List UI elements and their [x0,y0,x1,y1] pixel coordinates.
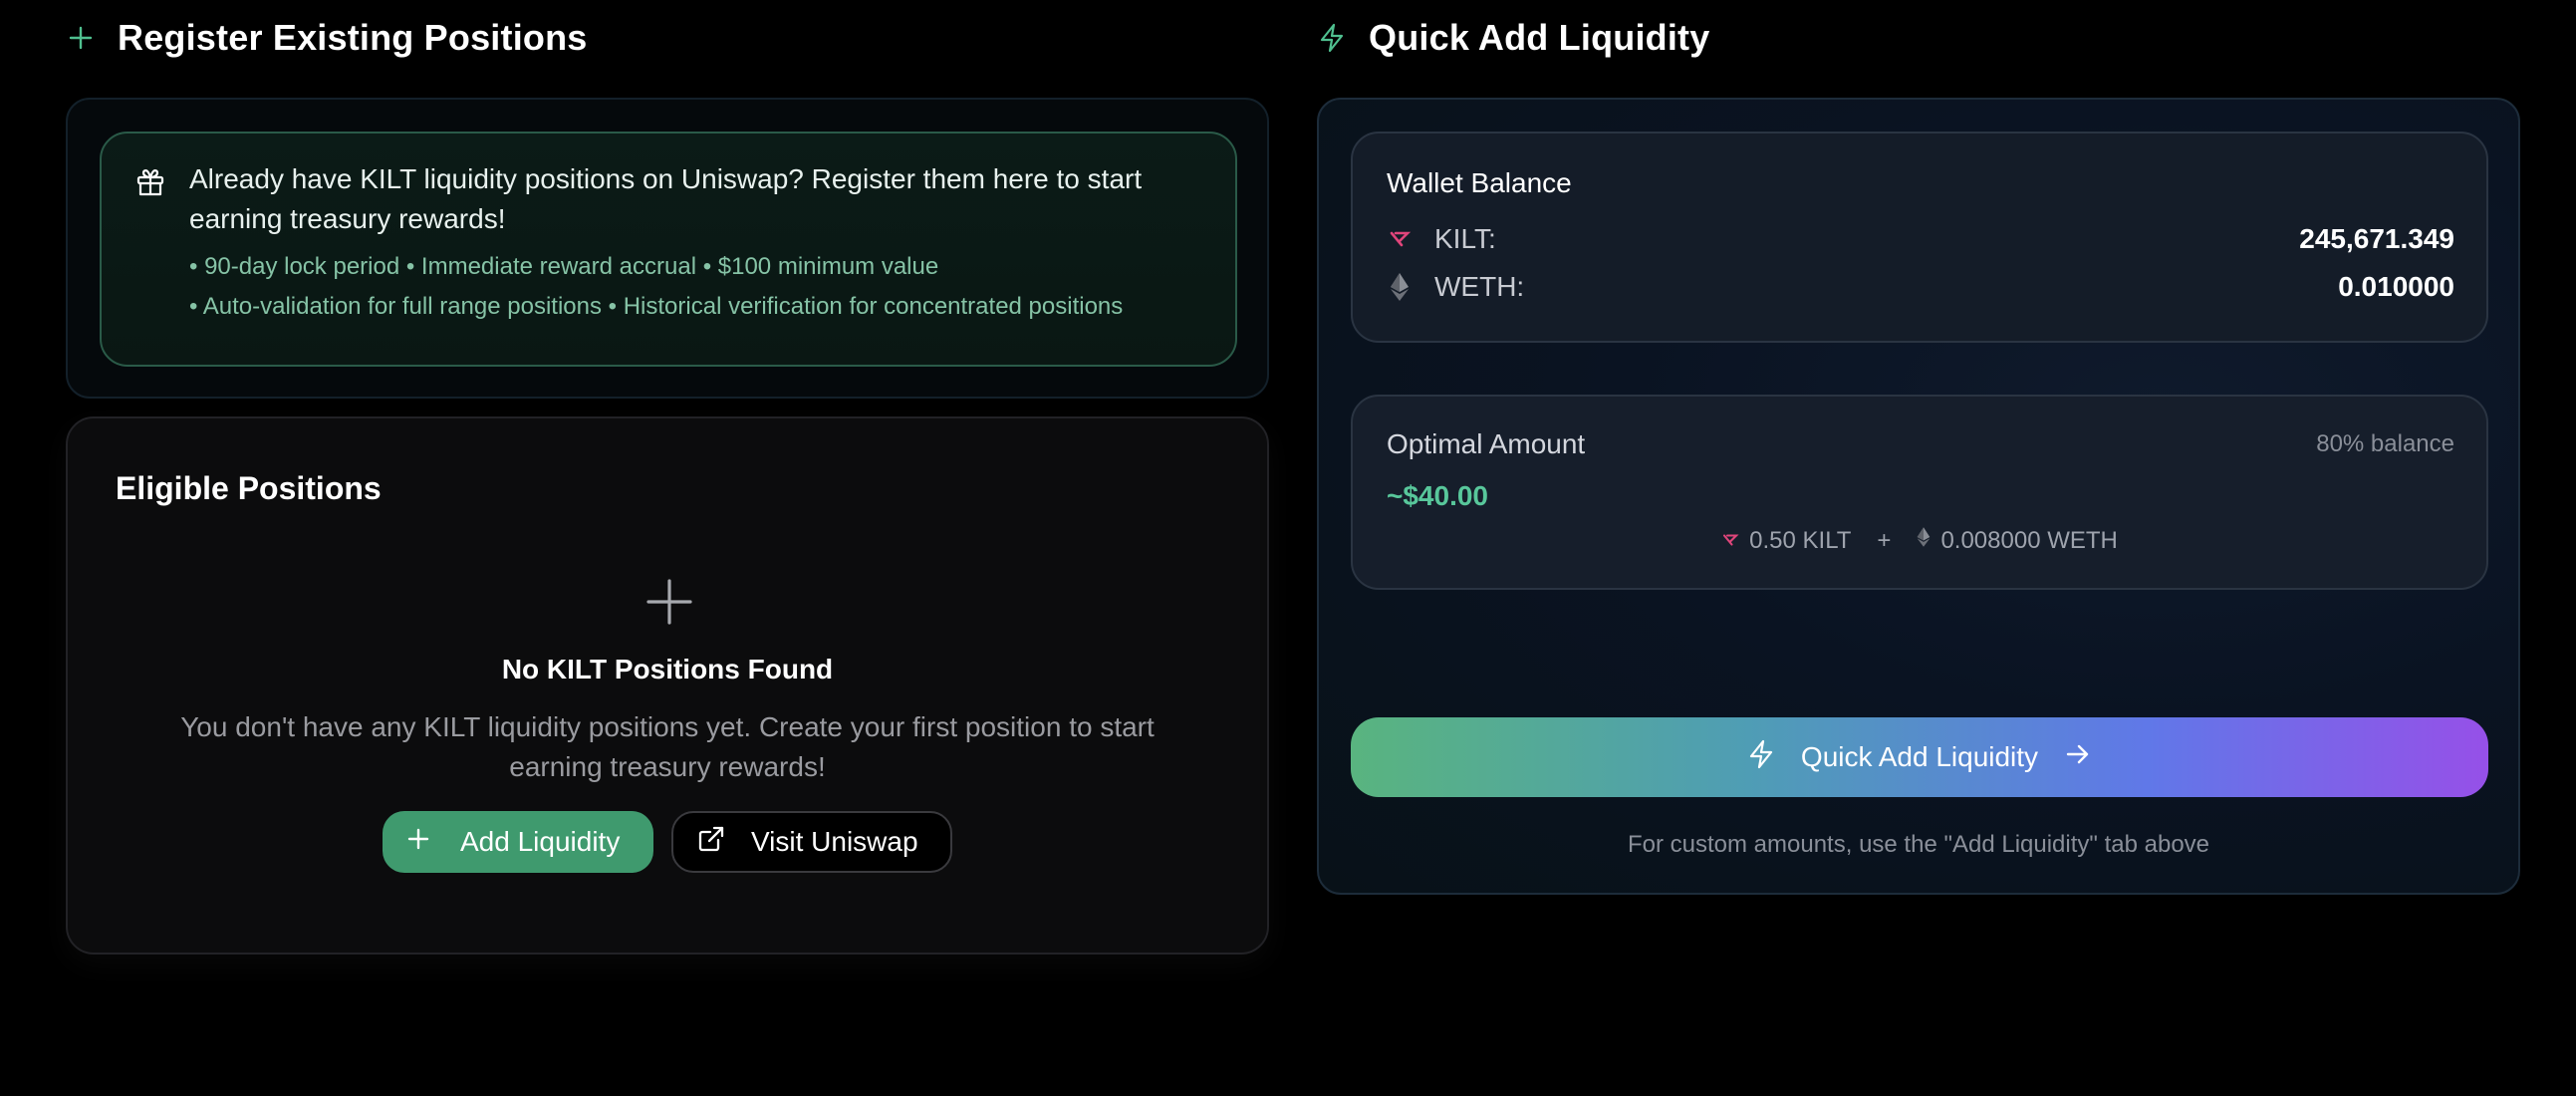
lightning-icon [1317,23,1347,53]
eligible-positions-title: Eligible Positions [116,470,382,506]
register-info-text: Already have KILT liquidity positions on… [189,163,1143,234]
gift-icon [135,167,165,197]
external-link-icon [697,825,725,860]
quick-add-card: Wallet Balance KILT: 245,671.349 WETH: 0… [1317,98,2520,895]
eth-icon [1917,526,1931,555]
weth-amount: 0.008000 WETH [1940,526,2118,554]
optimal-amount-box: Optimal Amount 80% balance ~$40.00 0.50 … [1351,395,2488,590]
optimal-amount-value: ~$40.00 [1387,480,1488,511]
wallet-row-weth: WETH: 0.010000 [1387,271,2454,303]
page: Register Existing Positions Already have… [0,0,2576,1096]
quick-add-title: Quick Add Liquidity [1369,17,1710,58]
empty-state-description: You don't have any KILT liquidity positi… [180,711,1155,782]
kilt-icon [1721,527,1739,555]
register-column: Register Existing Positions Already have… [66,0,1269,955]
add-liquidity-label: Add Liquidity [460,826,621,857]
lightning-icon [1747,738,1775,777]
wallet-row-kilt: KILT: 245,671.349 [1387,223,2454,255]
wallet-balance-box: Wallet Balance KILT: 245,671.349 WETH: 0… [1351,132,2488,343]
optimal-amount-title: Optimal Amount [1387,428,1586,459]
custom-amounts-note: For custom amounts, use the "Add Liquidi… [1627,831,2210,858]
quick-add-header: Quick Add Liquidity [1317,0,2520,76]
register-info-bullet: • Auto-validation for full range positio… [189,293,1124,320]
visit-uniswap-button[interactable]: Visit Uniswap [671,811,952,873]
kilt-icon [1387,224,1413,254]
eth-icon [1387,272,1413,302]
add-liquidity-button[interactable]: Add Liquidity [383,811,653,873]
kilt-balance: 245,671.349 [2299,223,2454,254]
register-info-card: Already have KILT liquidity positions on… [66,98,1269,399]
empty-state-title: No KILT Positions Found [501,654,834,685]
register-info-box: Already have KILT liquidity positions on… [100,132,1237,367]
plus-icon [406,826,430,858]
eligible-positions-card: Eligible Positions No KILT Positions Fou… [66,416,1269,955]
quick-add-liquidity-label: Quick Add Liquidity [1800,741,2039,772]
register-header: Register Existing Positions [66,0,1269,76]
plus-icon [645,578,693,626]
wallet-balance-title: Wallet Balance [1387,167,1572,198]
quick-add-column: Quick Add Liquidity Wallet Balance KILT:… [1317,0,2520,895]
optimal-amount-breakdown: 0.50 KILT + 0.008000 WETH [1353,526,2486,555]
arrow-right-icon [2064,740,2092,775]
plus-separator: + [1877,526,1892,554]
optimal-balance-percent: 80% balance [2316,430,2454,457]
kilt-amount: 0.50 KILT [1749,526,1852,554]
empty-state-actions: Add Liquidity Visit Uniswap [68,811,1267,873]
quick-add-liquidity-button[interactable]: Quick Add Liquidity [1351,717,2488,797]
visit-uniswap-label: Visit Uniswap [751,826,918,857]
register-info-bullet: • 90-day lock period • Immediate reward … [189,253,939,280]
weth-balance: 0.010000 [2338,271,2454,302]
plus-icon [66,23,96,53]
register-title: Register Existing Positions [118,17,588,58]
